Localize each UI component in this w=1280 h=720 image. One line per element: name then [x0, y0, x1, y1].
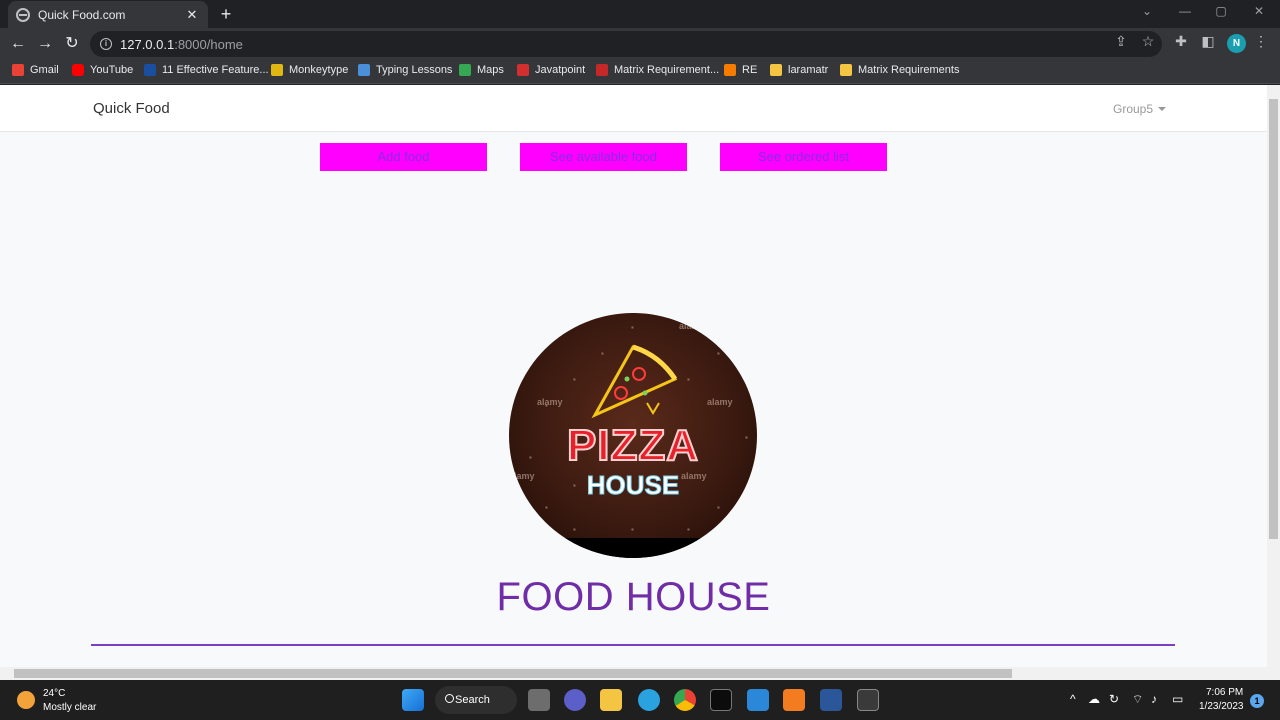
web-page: Quick Food Group5 Add food See available…: [0, 85, 1267, 667]
bookmark-star-icon[interactable]: ☆: [1139, 33, 1157, 50]
reload-icon[interactable]: ↻: [62, 34, 82, 54]
pizza-slice-icon: [591, 344, 678, 419]
new-tab-button[interactable]: +: [216, 4, 236, 24]
forward-icon[interactable]: →: [35, 34, 55, 54]
volume-icon[interactable]: ♪: [1151, 692, 1157, 706]
chevron-up-icon[interactable]: ^: [1070, 692, 1076, 706]
extensions-icon[interactable]: ✚: [1172, 33, 1190, 50]
bookmark-gmail[interactable]: Gmail: [12, 64, 59, 76]
close-tab-icon[interactable]: ✕: [184, 7, 200, 23]
see-ordered-list-button[interactable]: See ordered list: [720, 143, 887, 171]
url-path: :8000/home: [174, 36, 243, 52]
bookmark-laramatr[interactable]: laramatr: [770, 64, 828, 76]
sync-icon[interactable]: ↻: [1109, 692, 1119, 706]
bookmarks-bar: Gmail YouTube 11 Effective Feature... Mo…: [0, 60, 1280, 84]
site-info-icon[interactable]: i: [100, 38, 112, 50]
notepad-icon[interactable]: [747, 689, 769, 711]
add-food-button[interactable]: Add food: [320, 143, 487, 171]
watermark: alamy: [679, 321, 705, 331]
bookmark-javatpoint[interactable]: Javatpoint: [517, 64, 585, 76]
user-menu-label: Group5: [1113, 102, 1154, 116]
menu-icon[interactable]: ⋮: [1252, 33, 1270, 50]
maximize-button[interactable]: ▢: [1206, 4, 1236, 18]
bookmark-matrix-requirement[interactable]: Matrix Requirement...: [596, 64, 719, 76]
horizontal-scroll-thumb[interactable]: [14, 669, 1012, 678]
watermark: alamy: [537, 397, 563, 407]
vertical-scroll-thumb[interactable]: [1269, 99, 1278, 539]
close-window-button[interactable]: ✕: [1244, 4, 1274, 18]
clock-time[interactable]: 7:06 PM: [1206, 687, 1243, 698]
site-icon: [144, 64, 156, 76]
logo-word-house: HOUSE: [586, 470, 680, 501]
page-headline: FOOD HOUSE: [496, 575, 771, 619]
pdf-icon: [596, 64, 608, 76]
clock-date[interactable]: 1/23/2023: [1199, 701, 1244, 712]
folder-icon: [840, 64, 852, 76]
weather-temperature: 24°C: [43, 688, 66, 699]
youtube-icon: [72, 64, 84, 76]
see-available-food-button[interactable]: See available food: [520, 143, 687, 171]
pizza-house-logo: ▪ ▪ ▪ ▪ ▪ ▪ ▪ ▪ ▪ ▪ ▪ ▪ ▪ ▪ alamy alamy …: [509, 313, 757, 558]
watermark: alamy: [707, 397, 733, 407]
user-menu-dropdown[interactable]: Group5: [1113, 102, 1167, 116]
url-host: 127.0.0.1: [120, 36, 175, 52]
notification-badge[interactable]: 1: [1250, 694, 1264, 708]
telegram-icon[interactable]: [638, 689, 660, 711]
bookmark-maps[interactable]: Maps: [459, 64, 504, 76]
globe-icon: [16, 7, 30, 22]
browser-toolbar: ← → ↻ i 127.0.0.1:8000/home ⇪ ☆ ✚ ◧ ⋮: [0, 28, 1280, 60]
browser-tab-strip: Quick Food.com ✕ + ⌄ — ▢ ✕: [0, 0, 1280, 28]
minimize-button[interactable]: —: [1170, 4, 1200, 18]
weather-moon-icon[interactable]: [17, 691, 35, 709]
vertical-scrollbar[interactable]: [1267, 85, 1280, 667]
terminal-icon[interactable]: [710, 689, 732, 711]
bookmark-monkeytype[interactable]: Monkeytype: [271, 64, 348, 76]
word-icon[interactable]: [820, 689, 842, 711]
typing-icon: [358, 64, 370, 76]
maps-icon: [459, 64, 471, 76]
start-icon[interactable]: [402, 689, 424, 711]
taskbar: 24°C Mostly clear Search ^ ☁ ↻ ⌔ ♪ ▭ 7:0…: [0, 680, 1280, 720]
browser-tab[interactable]: Quick Food.com ✕: [8, 1, 208, 28]
chrome-icon[interactable]: [674, 689, 696, 711]
gmail-icon: [12, 64, 24, 76]
tab-search-icon[interactable]: ⌄: [1132, 4, 1162, 18]
horizontal-scrollbar[interactable]: [0, 667, 1280, 680]
bookmark-typing-lessons[interactable]: Typing Lessons: [358, 64, 452, 76]
logo-word-pizza: PIZZA: [566, 420, 700, 471]
folder-icon: [770, 64, 782, 76]
xampp-icon[interactable]: [783, 689, 805, 711]
profile-avatar[interactable]: N: [1227, 34, 1246, 53]
site-navbar: Quick Food Group5: [0, 85, 1267, 132]
snipping-tool-icon[interactable]: [857, 689, 879, 711]
divider: [91, 644, 1175, 646]
task-view-icon[interactable]: [528, 689, 550, 711]
file-explorer-icon[interactable]: [600, 689, 622, 711]
weather-description: Mostly clear: [43, 702, 97, 713]
battery-icon[interactable]: ▭: [1172, 692, 1183, 706]
share-icon[interactable]: ⇪: [1112, 33, 1130, 50]
taskbar-search[interactable]: Search: [435, 686, 517, 714]
onedrive-icon[interactable]: ☁: [1088, 692, 1100, 706]
site-brand[interactable]: Quick Food: [93, 100, 170, 117]
caret-down-icon: [1158, 107, 1167, 111]
bookmark-effective-features[interactable]: 11 Effective Feature...: [144, 64, 269, 76]
bookmark-matrix-requirements[interactable]: Matrix Requirements: [840, 64, 959, 76]
javatpoint-icon: [517, 64, 529, 76]
bookmark-youtube[interactable]: YouTube: [72, 64, 133, 76]
tab-title: Quick Food.com: [38, 7, 126, 22]
chat-icon: [724, 64, 736, 76]
wifi-icon[interactable]: ⌔: [1132, 692, 1143, 707]
address-bar[interactable]: i 127.0.0.1:8000/home: [90, 31, 1162, 57]
back-icon[interactable]: ←: [8, 34, 28, 54]
side-panel-icon[interactable]: ◧: [1199, 33, 1217, 50]
chat-app-icon[interactable]: [564, 689, 586, 711]
monkeytype-icon: [271, 64, 283, 76]
bookmark-re[interactable]: RE: [724, 64, 757, 76]
